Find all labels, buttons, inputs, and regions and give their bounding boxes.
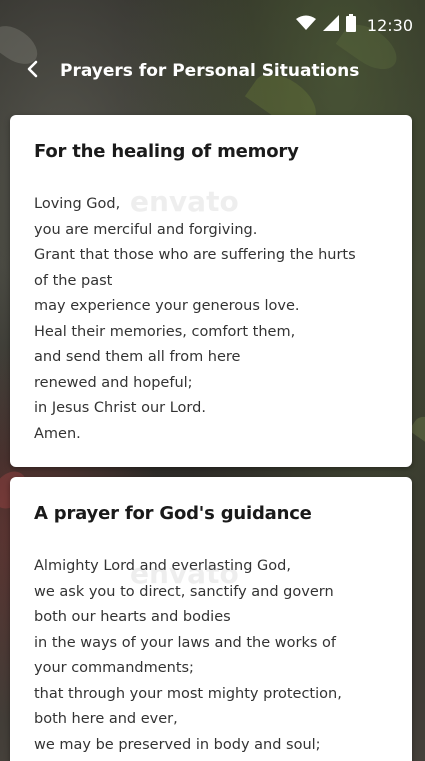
prayer-card: envato For the healing of memory Loving …	[10, 115, 412, 467]
wifi-icon	[295, 15, 316, 35]
prayer-title: A prayer for God's guidance	[34, 503, 312, 524]
prayer-line: we ask you to direct, sanctify and gover…	[34, 583, 334, 600]
status-bar: 12:30	[0, 0, 425, 48]
prayer-line: Loving God,	[34, 196, 121, 212]
prayer-card: envato A prayer for God's guidance Almig…	[10, 477, 412, 761]
prayer-line: that through your most mighty protection…	[34, 685, 342, 702]
prayer-line: Heal their memories, comfort them,	[34, 323, 296, 340]
prayer-line: Amen.	[34, 425, 81, 442]
prayer-line: Almighty Lord and everlasting God,	[34, 558, 291, 574]
prayer-line: and send them all from here	[34, 349, 241, 365]
cellular-signal-icon	[322, 15, 339, 35]
battery-icon	[345, 14, 356, 36]
prayer-line: in the ways of your laws and the works o…	[34, 634, 336, 651]
prayer-text: Almighty Lord and everlasting God, we as…	[34, 554, 388, 758]
prayer-line: in Jesus Christ our Lord.	[34, 400, 206, 416]
status-icons: 12:30	[295, 14, 413, 36]
prayer-text: Loving God, you are merciful and forgivi…	[34, 192, 388, 447]
page-title: Prayers for Personal Situations	[60, 61, 360, 81]
app-screen: 12:30 Prayers for Personal Situations en…	[0, 0, 425, 761]
prayer-line: both our hearts and bodies	[34, 609, 231, 625]
prayer-line: both here and ever,	[34, 711, 178, 727]
prayer-line: you are merciful and forgiving.	[34, 221, 258, 238]
prayer-list[interactable]: envato For the healing of memory Loving …	[10, 115, 412, 761]
prayer-line: we may be preserved in body and soul;	[34, 736, 321, 753]
prayer-line: your commandments;	[34, 660, 194, 676]
app-bar: Prayers for Personal Situations	[0, 48, 425, 94]
back-button[interactable]	[14, 53, 50, 89]
chevron-left-icon	[26, 60, 38, 82]
prayer-line: may experience your generous love.	[34, 298, 300, 314]
status-clock: 12:30	[366, 15, 413, 35]
prayer-line: of the past	[34, 272, 113, 289]
prayer-title: For the healing of memory	[34, 141, 299, 162]
prayer-line: renewed and hopeful;	[34, 374, 193, 391]
prayer-line: Grant that those who are suffering the h…	[34, 247, 356, 263]
